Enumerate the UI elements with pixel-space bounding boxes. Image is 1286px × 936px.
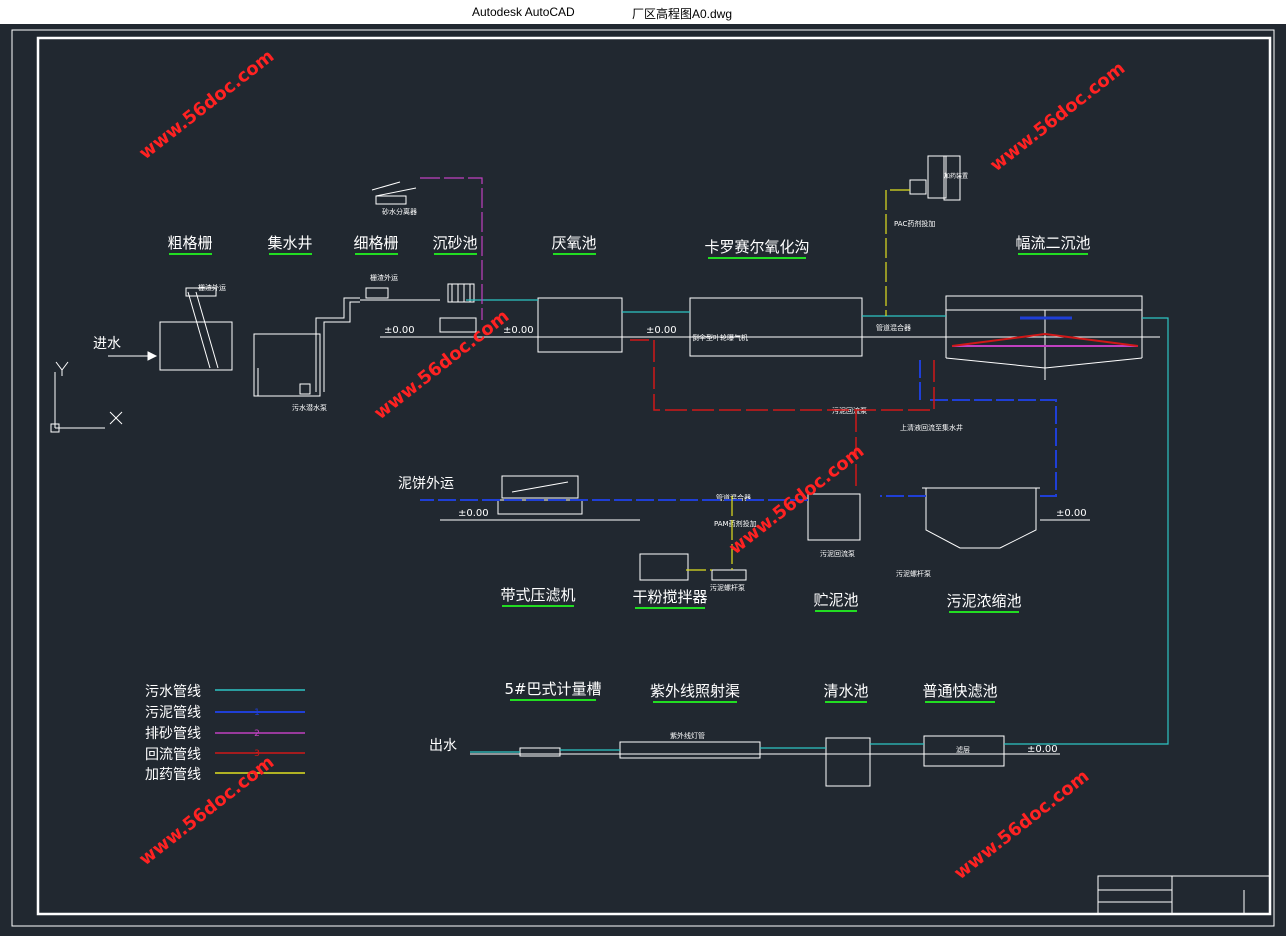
supernatant-label: 上清液回流至集水井	[900, 423, 963, 432]
svg-text:加药装置: 加药装置	[944, 172, 968, 180]
legend-return-label: 回流管线	[145, 747, 201, 763]
svg-text:www.56doc.com: www.56doc.com	[370, 306, 513, 424]
anaerobic-tank	[537, 297, 623, 353]
svg-text:污泥回流泵: 污泥回流泵	[820, 549, 855, 558]
svg-text:管道混合器: 管道混合器	[876, 323, 911, 332]
svg-text:±0.00: ±0.00	[1027, 744, 1058, 755]
legend-dosing-label: 加药管线	[145, 767, 201, 783]
legend-sludge-label: 污泥管线	[145, 705, 201, 721]
title-uv: 紫外线照射渠	[650, 682, 740, 700]
title-carrousel-ditch: 卡罗赛尔氧化沟	[704, 238, 809, 256]
drawing-canvas[interactable]: 粗格栅 集水井 细格栅 沉砂池 厌氧池 卡罗赛尔氧化沟 幅流二沉池 带式压滤机 …	[0, 24, 1286, 932]
legend-codes: 1 2 3	[254, 708, 260, 759]
sludge-storage-tank	[807, 493, 861, 541]
legend: 污水管线 污泥管线 排砂管线 回流管线 加药管线	[145, 684, 201, 783]
title-grit-chamber: 沉砂池	[432, 234, 477, 252]
inlet-label: 进水	[93, 336, 121, 352]
powder-mixer-device	[639, 553, 747, 581]
inlet-arrow	[108, 351, 158, 361]
title-anaerobic-tank: 厌氧池	[551, 234, 596, 252]
drawing-svg[interactable]: 粗格栅 集水井 细格栅 沉砂池 厌氧池 卡罗赛尔氧化沟 幅流二沉池 带式压滤机 …	[0, 24, 1286, 932]
oxidation-ditch: 倒伞型叶轮曝气机	[689, 297, 863, 357]
app-name: Autodesk AutoCAD	[472, 5, 575, 19]
title-coarse-screen: 粗格栅	[167, 234, 212, 252]
svg-text:1: 1	[254, 708, 260, 718]
legend-sewage-label: 污水管线	[145, 684, 201, 700]
svg-text:±0.00: ±0.00	[458, 508, 489, 519]
sand-separator-label: 砂水分离器	[382, 207, 417, 216]
ucs-icon	[50, 361, 123, 433]
belt-press	[497, 475, 583, 515]
return-pipelines	[630, 339, 935, 490]
grille-out-label: 栅渣外运	[198, 283, 226, 292]
svg-text:紫外线灯管: 紫外线灯管	[670, 731, 705, 740]
svg-text:栅渣外运: 栅渣外运	[370, 273, 398, 282]
svg-text:www.56doc.com: www.56doc.com	[986, 58, 1129, 176]
svg-text:www.56doc.com: www.56doc.com	[135, 46, 278, 164]
title-parshall: 5#巴式计量槽	[504, 680, 601, 698]
title-secondary-clarifier: 幅流二沉池	[1015, 234, 1090, 252]
thickener-tank	[922, 487, 1040, 549]
svg-text:±0.00: ±0.00	[646, 325, 677, 336]
outer-frame	[11, 29, 1275, 927]
title-clear-water: 清水池	[823, 682, 868, 700]
title-underlines	[169, 253, 1088, 703]
pac-label: PAC药剂投加	[894, 219, 935, 228]
legend-sand-label: 排砂管线	[145, 726, 201, 742]
clarifier-structure	[945, 295, 1143, 380]
title-rapid-filter: 普通快滤池	[922, 682, 997, 700]
cake-out-label: 泥饼外运	[398, 476, 454, 492]
title-block	[1097, 875, 1271, 915]
title-fine-screen: 细格栅	[353, 234, 398, 252]
unit-titles: 粗格栅 集水井 细格栅 沉砂池 厌氧池 卡罗赛尔氧化沟 幅流二沉池 带式压滤机 …	[167, 234, 1090, 700]
svg-text:滤层: 滤层	[956, 745, 970, 754]
svg-text:污泥螺杆泵: 污泥螺杆泵	[710, 583, 745, 592]
svg-text:倒伞型叶轮曝气机: 倒伞型叶轮曝气机	[692, 333, 748, 342]
svg-text:±0.00: ±0.00	[1056, 508, 1087, 519]
title-sludge-storage: 贮泥池	[813, 591, 858, 609]
fine-screen-structure	[360, 181, 477, 333]
title-belt-press: 带式压滤机	[500, 586, 575, 604]
title-thickener: 污泥浓缩池	[946, 592, 1021, 610]
outlet-label: 出水	[429, 738, 457, 754]
svg-text:www.56doc.com: www.56doc.com	[950, 766, 1093, 884]
title-powder-mixer: 干粉搅拌器	[632, 588, 707, 606]
sewage-pump-label: 污水潜水泵	[292, 403, 327, 412]
svg-text:2: 2	[254, 729, 260, 739]
svg-text:±0.00: ±0.00	[384, 325, 415, 336]
svg-text:污泥螺杆泵: 污泥螺杆泵	[896, 569, 931, 578]
outlet-structures	[519, 735, 1005, 787]
title-sump: 集水井	[267, 234, 312, 252]
file-name: 厂区高程图A0.dwg	[632, 7, 733, 21]
coarse-screen-structure	[159, 287, 360, 397]
window-titlebar: Autodesk AutoCAD 厂区高程图A0.dwg	[0, 0, 1286, 24]
